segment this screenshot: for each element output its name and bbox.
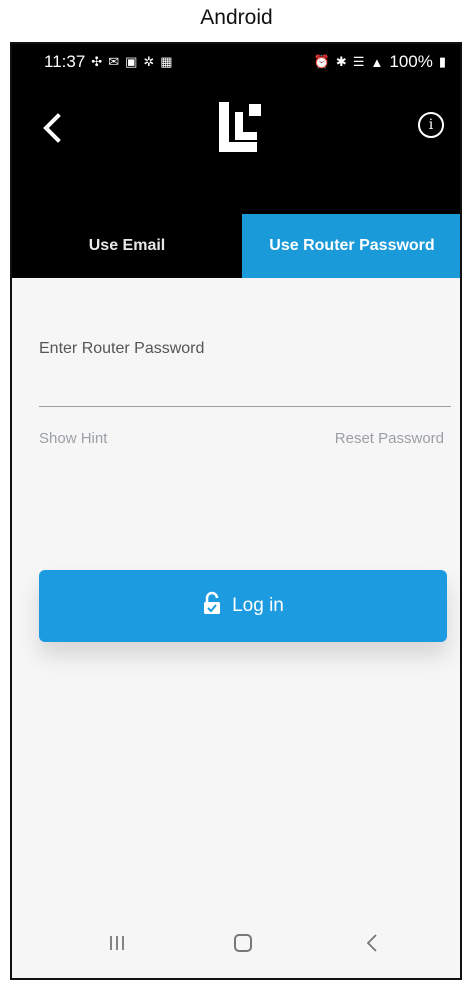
login-button[interactable]: Log in — [39, 570, 447, 642]
message-icon: ✉ — [108, 54, 120, 69]
recents-icon[interactable] — [108, 934, 126, 957]
signal-icon: ▲ — [370, 54, 384, 70]
info-icon[interactable]: i — [418, 112, 444, 138]
wifi-icon: ☰ — [352, 54, 365, 69]
tab-use-router-password[interactable]: Use Router Password — [242, 214, 460, 278]
grid-icon: ✣ — [91, 54, 103, 69]
login-method-tabs: Use Email Use Router Password — [12, 214, 460, 278]
alarm-icon: ⏰ — [313, 54, 330, 69]
status-bar: 11:37 ✣ ✉ ▣ ✲ ▦ ⏰ ✱ ☰ ▲ 100% ▮ — [12, 50, 460, 78]
device-caption: Android — [200, 6, 273, 29]
tab-label: Use Router Password — [269, 237, 435, 254]
linksys-velop-logo — [217, 98, 269, 156]
status-time: 11:37 — [44, 52, 86, 71]
password-label: Enter Router Password — [39, 340, 205, 357]
battery-level: 100% — [389, 52, 433, 71]
battery-icon: ▮ — [438, 54, 446, 69]
bluetooth-icon: ✱ — [335, 54, 347, 69]
tab-label: Use Email — [88, 237, 166, 254]
chevron-left-icon[interactable] — [38, 108, 68, 148]
system-nav-bar — [12, 914, 460, 978]
home-icon[interactable] — [234, 934, 252, 952]
login-label: Log in — [232, 595, 284, 616]
calendar-icon: ▦ — [160, 54, 173, 69]
back-icon[interactable] — [364, 932, 380, 959]
show-hint-link[interactable]: Show Hint — [39, 430, 107, 447]
app-icon: ▣ — [125, 54, 138, 69]
tab-use-email[interactable]: Use Email — [12, 214, 242, 278]
reset-password-link[interactable]: Reset Password — [335, 430, 444, 447]
unlock-icon — [202, 591, 222, 621]
app-header: 11:37 ✣ ✉ ▣ ✲ ▦ ⏰ ✱ ☰ ▲ 100% ▮ i Use Ema… — [12, 44, 460, 278]
login-form: Enter Router Password Show Hint Reset Pa… — [12, 278, 460, 918]
router-password-input[interactable] — [39, 364, 451, 407]
nav-bar: i — [12, 90, 460, 170]
phone-screen: 11:37 ✣ ✉ ▣ ✲ ▦ ⏰ ✱ ☰ ▲ 100% ▮ i Use Ema… — [10, 42, 462, 980]
pinwheel-icon: ✲ — [143, 54, 155, 69]
